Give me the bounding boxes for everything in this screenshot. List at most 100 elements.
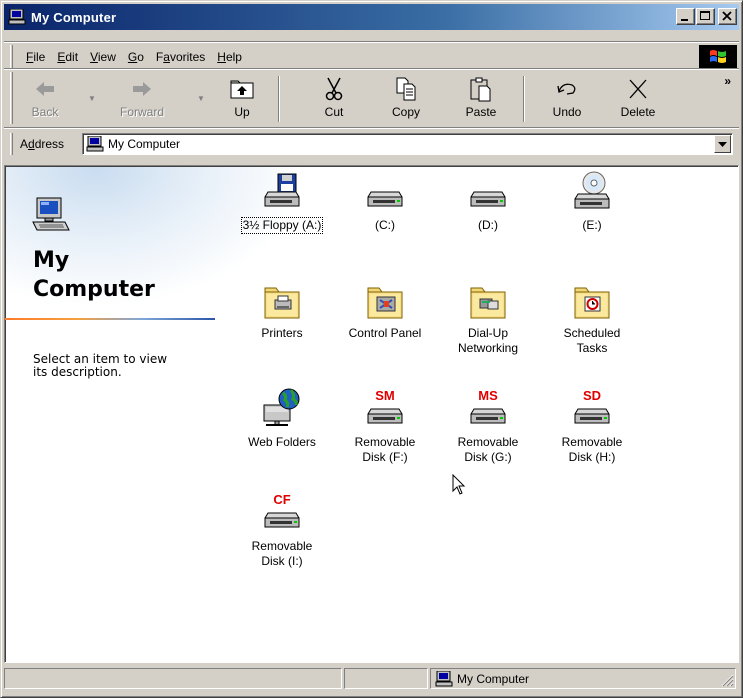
panel-divider	[5, 318, 215, 320]
icon-label-line2: Disk (I:)	[261, 554, 303, 568]
my-computer-small-icon	[435, 670, 453, 687]
window-title: My Computer	[31, 9, 117, 25]
copy-button[interactable]: Copy	[376, 74, 436, 124]
icon-label: (D:)	[477, 218, 499, 233]
address-field[interactable]: My Computer	[82, 133, 733, 155]
icon-item-disk-g[interactable]: MS Removable Disk (G:)	[438, 385, 538, 465]
icon-label: Printers	[260, 326, 303, 341]
back-label: Back	[31, 105, 59, 119]
panel-title: My Computer	[33, 246, 155, 304]
cut-button[interactable]: Cut	[304, 74, 364, 124]
icon-label: Web Folders	[247, 435, 317, 450]
menu-favorites[interactable]: Favorites	[150, 48, 211, 66]
icon-label-line1: Removable	[561, 435, 623, 449]
toolbar-overflow-chevron[interactable]: »	[724, 74, 731, 88]
undo-button[interactable]: Undo	[537, 74, 597, 124]
panel-title-line1: My	[33, 248, 70, 273]
forward-dropdown-icon[interactable]: ▼	[197, 94, 205, 103]
status-pane-main	[4, 668, 342, 689]
icon-item-disk-f[interactable]: SM Removable Disk (F:)	[335, 385, 435, 465]
title-bar[interactable]: My Computer	[4, 4, 739, 30]
menu-go[interactable]: Go	[122, 48, 150, 66]
removable-disk-icon: SM	[335, 385, 435, 431]
resize-grip-icon[interactable]	[720, 673, 734, 687]
maximize-button[interactable]	[696, 8, 715, 25]
menu-grip[interactable]	[10, 45, 13, 68]
web-folders-icon	[232, 385, 332, 431]
cd-drive-icon	[542, 168, 642, 214]
forward-arrow-icon	[133, 82, 151, 96]
address-dropdown-button[interactable]	[714, 135, 731, 153]
icon-item-scheduled-tasks[interactable]: Scheduled Tasks	[542, 276, 642, 356]
icon-item-printers[interactable]: Printers	[232, 276, 332, 341]
up-button[interactable]: Up	[218, 74, 266, 124]
control-panel-folder-icon	[335, 276, 435, 322]
address-value: My Computer	[108, 137, 181, 151]
removable-disk-icon: CF	[232, 489, 332, 535]
icon-label: (E:)	[581, 218, 602, 233]
up-label: Up	[234, 105, 250, 119]
icon-label: Removable Disk (I:)	[251, 539, 314, 569]
icon-label-line1: Removable	[354, 435, 416, 449]
delete-x-icon	[629, 79, 647, 99]
delete-button[interactable]: Delete	[608, 74, 668, 124]
icon-label-line2: Disk (F:)	[362, 450, 408, 464]
address-label-a: A	[20, 137, 29, 151]
folder-view[interactable]: My Computer Select an item to view its d…	[4, 165, 739, 663]
icon-item-disk-h[interactable]: SD Removable Disk (H:)	[542, 385, 642, 465]
icon-item-floppy[interactable]: 3½ Floppy (A:)	[232, 168, 332, 234]
svg-text:SD: SD	[583, 388, 601, 403]
icon-label: (C:)	[374, 218, 396, 233]
menu-file[interactable]: File	[20, 48, 51, 66]
undo-label: Undo	[552, 105, 582, 119]
chevron-down-icon	[718, 141, 727, 147]
floppy-drive-icon	[232, 168, 332, 214]
toolbar-grip[interactable]	[10, 72, 13, 124]
separator	[4, 41, 739, 43]
icon-label-line1: Control Panel	[348, 326, 422, 340]
icon-label-line1: Web Folders	[248, 435, 316, 449]
paste-button[interactable]: Paste	[451, 74, 511, 124]
close-icon	[722, 11, 732, 21]
removable-disk-icon: SD	[542, 385, 642, 431]
icon-item-drive-d[interactable]: (D:)	[438, 168, 538, 233]
icon-item-web-folders[interactable]: Web Folders	[232, 385, 332, 450]
address-label: Address	[20, 137, 64, 151]
webview-info-panel: My Computer Select an item to view its d…	[5, 166, 220, 662]
back-button[interactable]: Back	[20, 74, 70, 124]
address-label-rest: dress	[34, 137, 65, 151]
mouse-pointer-icon	[452, 473, 466, 499]
status-pane-middle	[344, 668, 428, 689]
status-bar: My Computer	[4, 666, 739, 692]
hard-drive-icon	[335, 168, 435, 214]
menu-bar: File Edit View Go Favorites Help	[4, 45, 739, 68]
minimize-button[interactable]	[676, 8, 695, 25]
menu-edit[interactable]: Edit	[51, 48, 84, 66]
close-button[interactable]	[718, 8, 737, 25]
icon-label: Removable Disk (H:)	[561, 435, 624, 465]
icon-label-line1: Removable	[457, 435, 519, 449]
address-grip[interactable]	[10, 133, 13, 155]
icon-item-control-panel[interactable]: Control Panel	[335, 276, 435, 341]
icon-item-drive-e[interactable]: (E:)	[542, 168, 642, 233]
icon-label-line1: Dial-Up	[467, 326, 508, 340]
forward-button[interactable]: Forward	[106, 74, 178, 124]
minimize-icon	[681, 19, 688, 21]
icon-label-line1: (C:)	[375, 218, 395, 232]
back-dropdown-icon[interactable]: ▼	[88, 94, 96, 103]
hard-drive-icon	[438, 168, 538, 214]
scissors-icon	[325, 77, 343, 101]
svg-text:SM: SM	[375, 388, 395, 403]
status-location: My Computer	[457, 671, 530, 686]
scheduled-tasks-folder-icon	[542, 276, 642, 322]
windows-flag-icon	[710, 49, 726, 63]
icon-item-dialup[interactable]: Dial-Up Networking	[438, 276, 538, 356]
undo-icon	[557, 83, 576, 95]
menu-help[interactable]: Help	[211, 48, 248, 66]
copy-label: Copy	[391, 105, 420, 119]
icon-label-line1: 3½ Floppy (A:)	[242, 218, 322, 232]
icon-item-disk-i[interactable]: CF Removable Disk (I:)	[232, 489, 332, 569]
icon-label-line2: Disk (H:)	[568, 450, 616, 464]
menu-view[interactable]: View	[84, 48, 122, 66]
icon-item-drive-c[interactable]: (C:)	[335, 168, 435, 233]
